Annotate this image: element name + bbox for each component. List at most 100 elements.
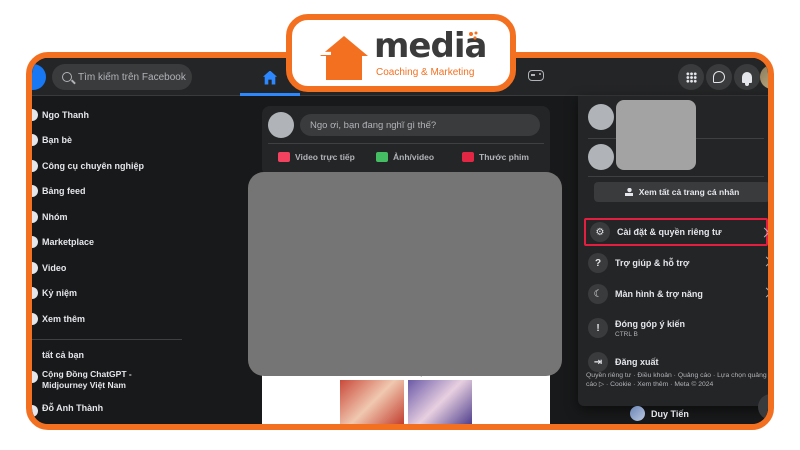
people-icon [624, 188, 634, 196]
person-avatar-icon [32, 405, 38, 417]
facebook-screen: Ngo Thanh Bạn bè Công cụ chuyên nghiệp B… [32, 58, 768, 424]
sidebar-item-video[interactable]: Video [32, 255, 182, 281]
help-icon: ? [588, 253, 608, 273]
menu-footer-links[interactable]: Quyền riêng tư · Điều khoản · Quảng cáo … [586, 371, 768, 389]
post-image[interactable] [408, 380, 472, 424]
photo-icon [376, 152, 388, 162]
menu-item-display[interactable]: ☾ Màn hình & trợ năng [584, 280, 768, 308]
feed-icon [32, 185, 38, 198]
live-video-label: Video trực tiếp [295, 152, 355, 162]
photo-video-button[interactable]: Ảnh/video [376, 152, 434, 162]
profile-avatar-icon [32, 108, 38, 121]
chevron-right-icon [759, 227, 768, 238]
composer-avatar [268, 112, 294, 138]
sidebar-item-marketplace[interactable]: Marketplace [32, 230, 182, 256]
profile-avatar[interactable] [588, 144, 614, 170]
see-all-label: Xem tất cả trang cá nhân [638, 187, 740, 197]
search-icon [62, 72, 72, 82]
menu-item-label: Cài đặt & quyền riêng tư [617, 227, 722, 237]
sidebar-item-label: Kỷ niệm [42, 288, 78, 299]
gear-icon: ⚙ [590, 222, 610, 242]
messenger-button[interactable] [706, 64, 732, 90]
live-video-icon [278, 152, 290, 162]
chevron-right-icon [761, 287, 768, 298]
account-avatar[interactable] [760, 65, 768, 89]
menu-item-help[interactable]: ? Trợ giúp & hỗ trợ [584, 249, 768, 277]
menu-divider [588, 176, 764, 177]
moon-icon: ☾ [588, 284, 608, 304]
bell-icon [742, 71, 752, 86]
blurred-profile [616, 100, 696, 170]
sidebar-person-label: Đỗ Anh Thành [42, 403, 104, 413]
sidebar-item-label: Marketplace [42, 237, 95, 248]
post-composer: Ngo ơi, bạn đang nghĩ gì thế? Video trực… [262, 106, 550, 176]
feedback-icon: ! [588, 318, 608, 338]
sidebar-section-title: tất cả bạn [42, 350, 85, 360]
contact-name: Duy Tiến [651, 408, 689, 419]
chevron-down-icon [32, 312, 38, 325]
sidebar-group-item[interactable]: Cộng Đồng ChatGPT - Midjourney Việt Nam [32, 369, 152, 391]
reels-icon [462, 152, 474, 162]
logo-az-text: AZ [300, 36, 332, 61]
friends-icon [32, 134, 38, 147]
group-avatar-icon [32, 371, 38, 383]
marketplace-icon [32, 236, 38, 249]
memories-icon [32, 287, 38, 300]
account-menu: Xem tất cả trang cá nhân ⚙ Cài đặt & quy… [578, 96, 768, 406]
sidebar-item-memories[interactable]: Kỷ niệm [32, 281, 182, 307]
menu-item-label: Màn hình & trợ năng [615, 289, 703, 299]
sidebar-divider [32, 339, 182, 340]
sidebar-item-label: Bảng feed [42, 186, 86, 197]
live-video-button[interactable]: Video trực tiếp [278, 152, 355, 162]
search-box[interactable] [52, 64, 192, 90]
sidebar-item-label: Video [42, 262, 67, 273]
left-sidebar: Ngo Thanh Bạn bè Công cụ chuyên nghiệp B… [32, 102, 182, 332]
composer-prompt-text: Ngo ơi, bạn đang nghĩ gì thế? [310, 119, 437, 131]
gaming-icon[interactable] [528, 70, 544, 81]
groups-icon [32, 210, 38, 223]
logo-tagline: Coaching & Marketing [376, 67, 475, 78]
post-image[interactable] [340, 380, 404, 424]
video-icon [32, 261, 38, 274]
reels-button[interactable]: Thước phim [462, 152, 529, 162]
menu-item-label: Đóng góp ý kiến [615, 318, 686, 329]
tools-icon [32, 159, 38, 172]
sidebar-item-see-more[interactable]: Xem thêm [32, 306, 182, 332]
sidebar-item-groups[interactable]: Nhóm [32, 204, 182, 230]
screenshot-frame: Ngo Thanh Bạn bè Công cụ chuyên nghiệp B… [26, 52, 774, 430]
sidebar-item-profile[interactable]: Ngo Thanh [32, 102, 182, 128]
feed-post[interactable]: Lúc bé: Lúc lý: [262, 370, 550, 424]
sidebar-group-label: Cộng Đồng ChatGPT - Midjourney Việt Nam [42, 369, 132, 390]
search-input[interactable] [78, 71, 188, 83]
sidebar-item-professional-tools[interactable]: Công cụ chuyên nghiệp [32, 153, 182, 179]
facebook-logo-icon[interactable] [32, 64, 46, 90]
menu-item-settings[interactable]: ⚙ Cài đặt & quyền riêng tư [584, 218, 768, 246]
azmedia-logo: AZ media Coaching & Marketing [286, 14, 516, 92]
new-message-button[interactable] [758, 394, 768, 420]
chevron-right-icon [761, 256, 768, 267]
notifications-button[interactable] [734, 64, 760, 90]
sidebar-person-item[interactable]: Đỗ Anh Thành [32, 403, 104, 417]
contact-item[interactable]: Duy Tiến [630, 406, 689, 421]
sidebar-item-label: Công cụ chuyên nghiệp [42, 160, 145, 171]
contact-avatar [630, 406, 645, 421]
sidebar-item-friends[interactable]: Bạn bè [32, 128, 182, 154]
composer-prompt-input[interactable]: Ngo ơi, bạn đang nghĩ gì thế? [300, 114, 540, 136]
logout-icon: ⇥ [588, 352, 608, 372]
grid-icon [685, 71, 697, 83]
menu-button[interactable] [678, 64, 704, 90]
sidebar-item-label: Xem thêm [42, 313, 86, 324]
menu-item-feedback[interactable]: ! Đóng góp ý kiến CTRL B [584, 311, 768, 345]
sidebar-item-label: Bạn bè [42, 135, 73, 146]
sidebar-item-feed[interactable]: Bảng feed [32, 179, 182, 205]
menu-item-shortcut: CTRL B [615, 330, 638, 338]
menu-item-label: Trợ giúp & hỗ trợ [615, 258, 690, 268]
profile-avatar[interactable] [588, 104, 614, 130]
photo-video-label: Ảnh/video [393, 152, 435, 162]
reels-label: Thước phim [479, 152, 529, 162]
messenger-icon [713, 71, 725, 83]
blurred-overlay [248, 172, 562, 376]
see-all-profiles-button[interactable]: Xem tất cả trang cá nhân [594, 182, 768, 202]
composer-divider [268, 143, 544, 144]
home-icon [263, 70, 277, 85]
